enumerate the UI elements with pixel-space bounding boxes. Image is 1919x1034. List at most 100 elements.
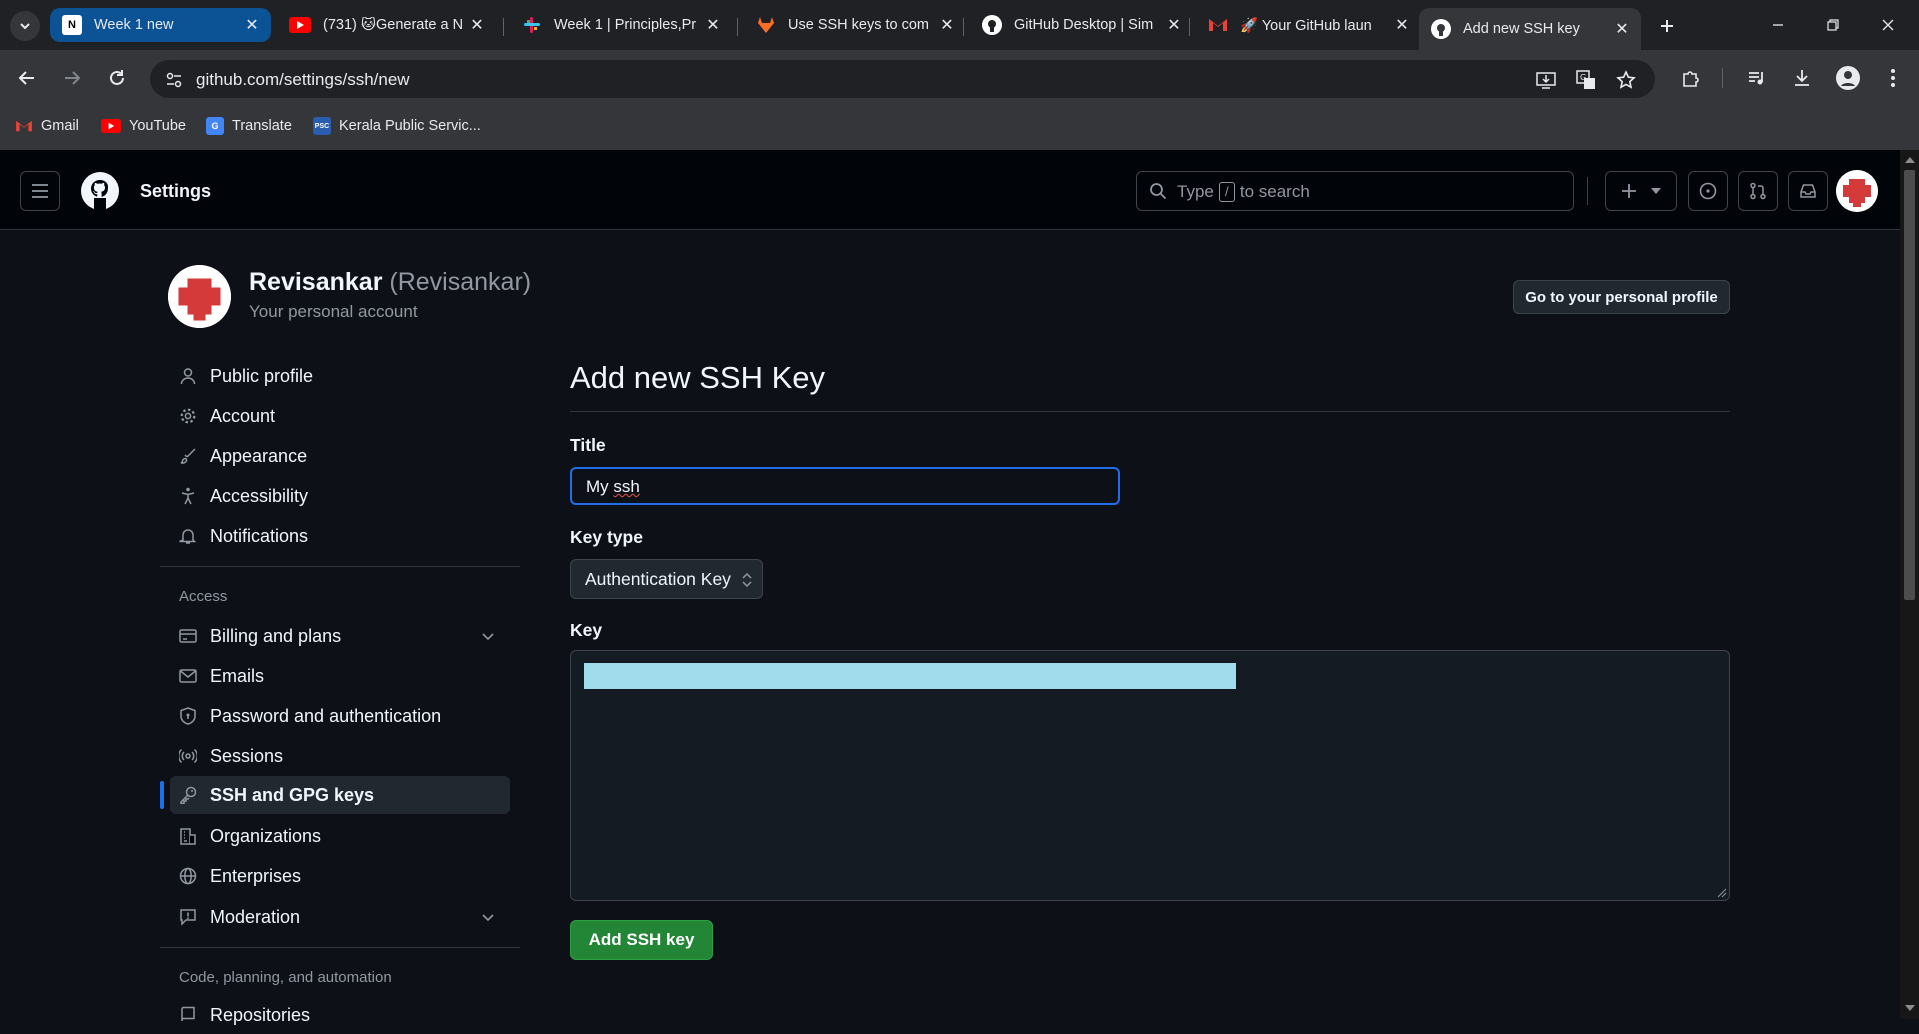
window-close-button[interactable] (1873, 12, 1903, 38)
close-icon[interactable]: ✕ (1613, 20, 1631, 38)
restore-button[interactable] (1818, 12, 1848, 38)
title-input-value: My ssh (586, 477, 640, 496)
bookmark-youtube[interactable]: YouTube (101, 114, 186, 138)
sidebar-item-account[interactable]: Account (170, 397, 510, 435)
plus-icon (1621, 183, 1637, 199)
sidebar-item-organizations[interactable]: Organizations (170, 817, 510, 855)
bookmark-star-icon[interactable] (1616, 70, 1636, 90)
person-icon (178, 366, 198, 386)
close-icon[interactable]: ✕ (704, 16, 722, 34)
search-placeholder: Type / to search (1177, 182, 1310, 202)
bookmark-kerala-psc[interactable]: PSC Kerala Public Servic... (313, 114, 481, 138)
search-placeholder-text: to search (1239, 182, 1310, 201)
close-icon[interactable]: ✕ (938, 16, 956, 34)
sidebar-item-enterprises[interactable]: Enterprises (170, 857, 510, 895)
sidebar-item-ssh-gpg-keys[interactable]: SSH and GPG keys (170, 776, 510, 814)
close-icon[interactable]: ✕ (468, 16, 486, 34)
sidebar-selection-indicator (160, 781, 164, 809)
extensions-button[interactable] (1676, 63, 1706, 93)
minimize-button[interactable] (1763, 12, 1793, 38)
sidebar-item-public-profile[interactable]: Public profile (170, 357, 510, 395)
github-logo-icon[interactable] (80, 171, 120, 211)
search-placeholder-text: Type (1177, 182, 1214, 201)
arrow-right-icon (63, 69, 81, 87)
page-title: Settings (140, 181, 212, 201)
paintbrush-icon (178, 446, 198, 466)
pull-requests-button[interactable] (1738, 171, 1778, 211)
search-shortcut-key: / (1218, 182, 1235, 202)
svg-text:G: G (1580, 73, 1586, 82)
resize-grip-icon[interactable] (1717, 888, 1727, 898)
globe-icon (178, 866, 198, 886)
translate-icon[interactable]: G (1576, 70, 1596, 90)
browser-tab-github-desktop[interactable]: GitHub Desktop | Sim ✕ (970, 8, 1193, 42)
sidebar-item-moderation[interactable]: Moderation (170, 898, 510, 936)
psc-icon: PSC (313, 117, 331, 135)
sidebar-item-billing[interactable]: Billing and plans (170, 617, 510, 655)
browser-tab-youtube[interactable]: (731) 🐱Generate a N ✕ (277, 8, 496, 42)
global-nav-menu-button[interactable] (20, 171, 60, 211)
inbox-button[interactable] (1788, 171, 1828, 211)
address-bar[interactable]: github.com/settings/ssh/new G (150, 60, 1655, 98)
issues-button[interactable] (1688, 171, 1728, 211)
close-icon[interactable]: ✕ (1165, 16, 1183, 34)
search-input[interactable]: Type / to search (1136, 171, 1574, 211)
key-label: Key (570, 620, 603, 640)
browser-tab-slack[interactable]: Week 1 | Principles,Pr ✕ (510, 8, 732, 42)
scroll-up-icon[interactable] (1905, 156, 1915, 164)
report-icon (178, 907, 198, 927)
bookmark-label: YouTube (129, 118, 186, 134)
bookmark-gmail[interactable]: Gmail (15, 114, 79, 138)
media-control-button[interactable] (1742, 63, 1772, 93)
add-ssh-key-button[interactable]: Add SSH key (570, 920, 713, 960)
install-app-icon[interactable] (1536, 70, 1556, 90)
tab-title: Week 1 new (94, 17, 174, 33)
user-avatar[interactable] (1836, 170, 1878, 212)
browser-menu-button[interactable] (1878, 63, 1908, 93)
sidebar-item-password-authentication[interactable]: Password and authentication (170, 697, 510, 735)
tab-search-button[interactable] (10, 11, 40, 41)
sidebar-item-repositories[interactable]: Repositories (170, 996, 510, 1034)
scroll-down-icon[interactable] (1905, 1004, 1915, 1012)
close-icon[interactable]: ✕ (1393, 16, 1411, 34)
browser-tab-add-ssh-key[interactable]: Add new SSH key ✕ (1419, 8, 1641, 50)
create-new-button[interactable] (1605, 171, 1677, 211)
browser-tab-gmail[interactable]: 🚀 Your GitHub laun ✕ (1196, 8, 1421, 42)
sidebar-item-notifications[interactable]: Notifications (170, 517, 510, 555)
new-tab-button[interactable] (1652, 12, 1682, 40)
downloads-button[interactable] (1787, 63, 1817, 93)
profile-button[interactable] (1833, 63, 1863, 93)
tab-title: Use SSH keys to com (788, 17, 930, 33)
back-button[interactable] (12, 63, 42, 93)
restore-icon (1826, 18, 1840, 32)
sidebar-item-appearance[interactable]: Appearance (170, 437, 510, 475)
slack-icon (522, 15, 542, 35)
triangle-down-icon (1651, 188, 1661, 194)
forward-button[interactable] (57, 63, 87, 93)
account-name: Revisankar (Revisankar) (249, 268, 531, 297)
sidebar-item-emails[interactable]: Emails (170, 657, 510, 695)
browser-tab-week-1-new[interactable]: N Week 1 new ✕ (50, 8, 271, 42)
browser-tab-gitlab[interactable]: Use SSH keys to com ✕ (744, 8, 966, 42)
tab-title: GitHub Desktop | Sim (1014, 17, 1154, 33)
sidebar-item-label: Public profile (210, 365, 314, 386)
sidebar-item-label: Organizations (210, 825, 322, 846)
sidebar-item-sessions[interactable]: Sessions (170, 737, 510, 775)
site-info-icon[interactable] (164, 70, 184, 90)
bookmark-translate[interactable]: G Translate (206, 114, 292, 138)
page-scrollbar-thumb[interactable] (1904, 170, 1915, 600)
reload-button[interactable] (102, 63, 132, 93)
tab-separator (737, 18, 738, 36)
key-type-select[interactable]: Authentication Key (570, 559, 763, 599)
key-textarea[interactable] (570, 650, 1730, 901)
close-icon[interactable]: ✕ (243, 16, 261, 34)
heading-divider (570, 411, 1730, 412)
go-to-profile-button[interactable]: Go to your personal profile (1513, 280, 1730, 314)
tab-title: Add new SSH key (1463, 21, 1580, 37)
sidebar-item-label: SSH and GPG keys (210, 784, 375, 805)
title-input[interactable]: My ssh (570, 467, 1120, 505)
bell-icon (178, 526, 198, 546)
sidebar-item-accessibility[interactable]: Accessibility (170, 477, 510, 515)
sidebar-item-label: Password and authentication (210, 705, 442, 726)
mail-icon (178, 666, 198, 686)
